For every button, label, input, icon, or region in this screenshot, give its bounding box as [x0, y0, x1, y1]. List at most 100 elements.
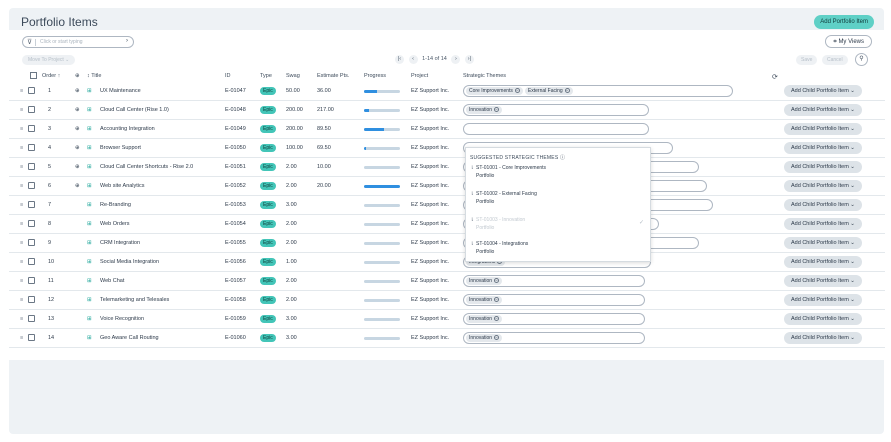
- table-row[interactable]: ≡ 10 ⊞ Social Media Integration E-01056 …: [9, 253, 885, 272]
- add-child-portfolio-item-button[interactable]: Add Child Portfolio Item ⌄: [784, 256, 862, 268]
- add-child-portfolio-item-button[interactable]: Add Child Portfolio Item ⌄: [784, 104, 862, 116]
- id-cell[interactable]: E-01053: [225, 202, 246, 208]
- theme-chip[interactable]: Innovation−: [466, 296, 503, 304]
- column-project[interactable]: Project: [411, 73, 428, 79]
- title-cell[interactable]: Re-Branding: [100, 202, 131, 208]
- estimate-cell[interactable]: 10.00: [317, 164, 331, 170]
- swag-cell[interactable]: 2.00: [286, 183, 297, 189]
- add-child-portfolio-item-button[interactable]: Add Child Portfolio Item ⌄: [784, 332, 862, 344]
- drag-handle-icon[interactable]: ≡: [20, 278, 23, 284]
- project-cell[interactable]: EZ Support Inc.: [411, 335, 449, 341]
- title-cell[interactable]: CRM Integration: [100, 240, 140, 246]
- chevron-right-icon[interactable]: ›: [126, 38, 128, 44]
- drag-handle-icon[interactable]: ≡: [20, 164, 23, 170]
- add-child-portfolio-item-button[interactable]: Add Child Portfolio Item ⌄: [784, 85, 862, 97]
- table-row[interactable]: ≡ 13 ⊞ Voice Recognition E-01059 Epic 3.…: [9, 310, 885, 329]
- remove-theme-icon[interactable]: −: [494, 297, 500, 302]
- remove-theme-icon[interactable]: −: [494, 316, 500, 321]
- project-cell[interactable]: EZ Support Inc.: [411, 107, 449, 113]
- title-cell[interactable]: Telemarketing and Telesales: [100, 297, 169, 303]
- id-cell[interactable]: E-01050: [225, 145, 246, 151]
- id-cell[interactable]: E-01055: [225, 240, 246, 246]
- swag-cell[interactable]: 3.00: [286, 335, 297, 341]
- dropdown-option[interactable]: ⇂ ST-01004 - Integrations Portfolio: [470, 240, 640, 256]
- remove-theme-icon[interactable]: −: [514, 88, 520, 93]
- themes-field[interactable]: [463, 123, 649, 135]
- id-cell[interactable]: E-01059: [225, 316, 246, 322]
- add-child-portfolio-item-button[interactable]: Add Child Portfolio Item ⌄: [784, 123, 862, 135]
- dropdown-option[interactable]: ⇂ ST-01001 - Core Improvements Portfolio: [470, 164, 640, 180]
- swag-cell[interactable]: 50.00: [286, 88, 300, 94]
- column-progress[interactable]: Progress: [364, 73, 386, 79]
- add-child-portfolio-item-button[interactable]: Add Child Portfolio Item ⌄: [784, 142, 862, 154]
- id-cell[interactable]: E-01056: [225, 259, 246, 265]
- theme-chip[interactable]: Innovation−: [466, 315, 503, 323]
- title-cell[interactable]: Voice Recognition: [100, 316, 144, 322]
- id-cell[interactable]: E-01051: [225, 164, 246, 170]
- swag-cell[interactable]: 200.00: [286, 126, 303, 132]
- table-row[interactable]: ≡ 1 ⊕ ⊞ UX Maintenance E-01047 Epic 50.0…: [9, 82, 885, 101]
- title-cell[interactable]: Cloud Call Center (Rise 1.0): [100, 107, 169, 113]
- swag-cell[interactable]: 2.00: [286, 164, 297, 170]
- table-row[interactable]: ≡ 8 ⊞ Web Orders E-01054 Epic 2.00 EZ Su…: [9, 215, 885, 234]
- swag-cell[interactable]: 200.00: [286, 107, 303, 113]
- themes-field[interactable]: Innovation −: [463, 332, 645, 344]
- project-cell[interactable]: EZ Support Inc.: [411, 278, 449, 284]
- select-all-checkbox[interactable]: [30, 72, 37, 79]
- table-row[interactable]: ≡ 5 ⊕ ⊞ Cloud Call Center Shortcuts - Ri…: [9, 158, 885, 177]
- row-checkbox[interactable]: [28, 163, 35, 170]
- title-cell[interactable]: Web Chat: [100, 278, 124, 284]
- theme-chip[interactable]: Innovation−: [466, 277, 503, 285]
- move-to-project-button[interactable]: Move To Project ⌄: [22, 55, 76, 65]
- add-child-portfolio-item-button[interactable]: Add Child Portfolio Item ⌄: [784, 294, 862, 306]
- cancel-button[interactable]: Cancel: [822, 55, 848, 65]
- remove-theme-icon[interactable]: −: [494, 335, 500, 340]
- add-child-portfolio-item-button[interactable]: Add Child Portfolio Item ⌄: [784, 275, 862, 287]
- swag-cell[interactable]: 2.00: [286, 297, 297, 303]
- add-child-portfolio-item-button[interactable]: Add Child Portfolio Item ⌄: [784, 180, 862, 192]
- column-title[interactable]: ↕ Title: [87, 73, 101, 79]
- column-order[interactable]: Order ↑: [42, 73, 60, 79]
- drag-handle-icon[interactable]: ≡: [20, 145, 23, 151]
- row-checkbox[interactable]: [28, 106, 35, 113]
- estimate-cell[interactable]: 69.50: [317, 145, 331, 151]
- row-checkbox[interactable]: [28, 201, 35, 208]
- title-cell[interactable]: Accounting Integration: [100, 126, 155, 132]
- row-checkbox[interactable]: [28, 258, 35, 265]
- column-estimate[interactable]: Estimate Pts.: [317, 73, 349, 79]
- add-child-portfolio-item-button[interactable]: Add Child Portfolio Item ⌄: [784, 199, 862, 211]
- row-checkbox[interactable]: [28, 277, 35, 284]
- row-checkbox[interactable]: [28, 334, 35, 341]
- table-row[interactable]: ≡ 4 ⊕ ⊞ Browser Support E-01050 Epic 100…: [9, 139, 885, 158]
- estimate-cell[interactable]: 217.00: [317, 107, 334, 113]
- title-cell[interactable]: Cloud Call Center Shortcuts - Rise 2.0: [100, 164, 193, 170]
- table-row[interactable]: ≡ 7 ⊞ Re-Branding E-01053 Epic 3.00 EZ S…: [9, 196, 885, 215]
- estimate-cell[interactable]: 36.00: [317, 88, 331, 94]
- drag-handle-icon[interactable]: ≡: [20, 202, 23, 208]
- id-cell[interactable]: E-01048: [225, 107, 246, 113]
- id-cell[interactable]: E-01047: [225, 88, 246, 94]
- theme-chip[interactable]: Innovation−: [466, 334, 503, 342]
- project-cell[interactable]: EZ Support Inc.: [411, 202, 449, 208]
- first-page-button[interactable]: |‹: [395, 55, 404, 64]
- project-cell[interactable]: EZ Support Inc.: [411, 221, 449, 227]
- row-checkbox[interactable]: [28, 125, 35, 132]
- swag-cell[interactable]: 2.00: [286, 278, 297, 284]
- title-cell[interactable]: Geo Aware Call Routing: [100, 335, 159, 341]
- drag-handle-icon[interactable]: ≡: [20, 240, 23, 246]
- table-row[interactable]: ≡ 14 ⊞ Geo Aware Call Routing E-01060 Ep…: [9, 329, 885, 348]
- row-checkbox[interactable]: [28, 182, 35, 189]
- drag-handle-icon[interactable]: ≡: [20, 221, 23, 227]
- id-cell[interactable]: E-01054: [225, 221, 246, 227]
- estimate-cell[interactable]: 20.00: [317, 183, 331, 189]
- my-views-button[interactable]: ⌗ My Views: [825, 35, 872, 48]
- swag-cell[interactable]: 2.00: [286, 240, 297, 246]
- project-cell[interactable]: EZ Support Inc.: [411, 316, 449, 322]
- add-child-portfolio-item-button[interactable]: Add Child Portfolio Item ⌄: [784, 218, 862, 230]
- drag-handle-icon[interactable]: ≡: [20, 259, 23, 265]
- id-cell[interactable]: E-01060: [225, 335, 246, 341]
- remove-theme-icon[interactable]: −: [564, 88, 570, 93]
- project-cell[interactable]: EZ Support Inc.: [411, 240, 449, 246]
- filter-input[interactable]: ⊽ Click or start typing ›: [22, 36, 134, 48]
- project-cell[interactable]: EZ Support Inc.: [411, 88, 449, 94]
